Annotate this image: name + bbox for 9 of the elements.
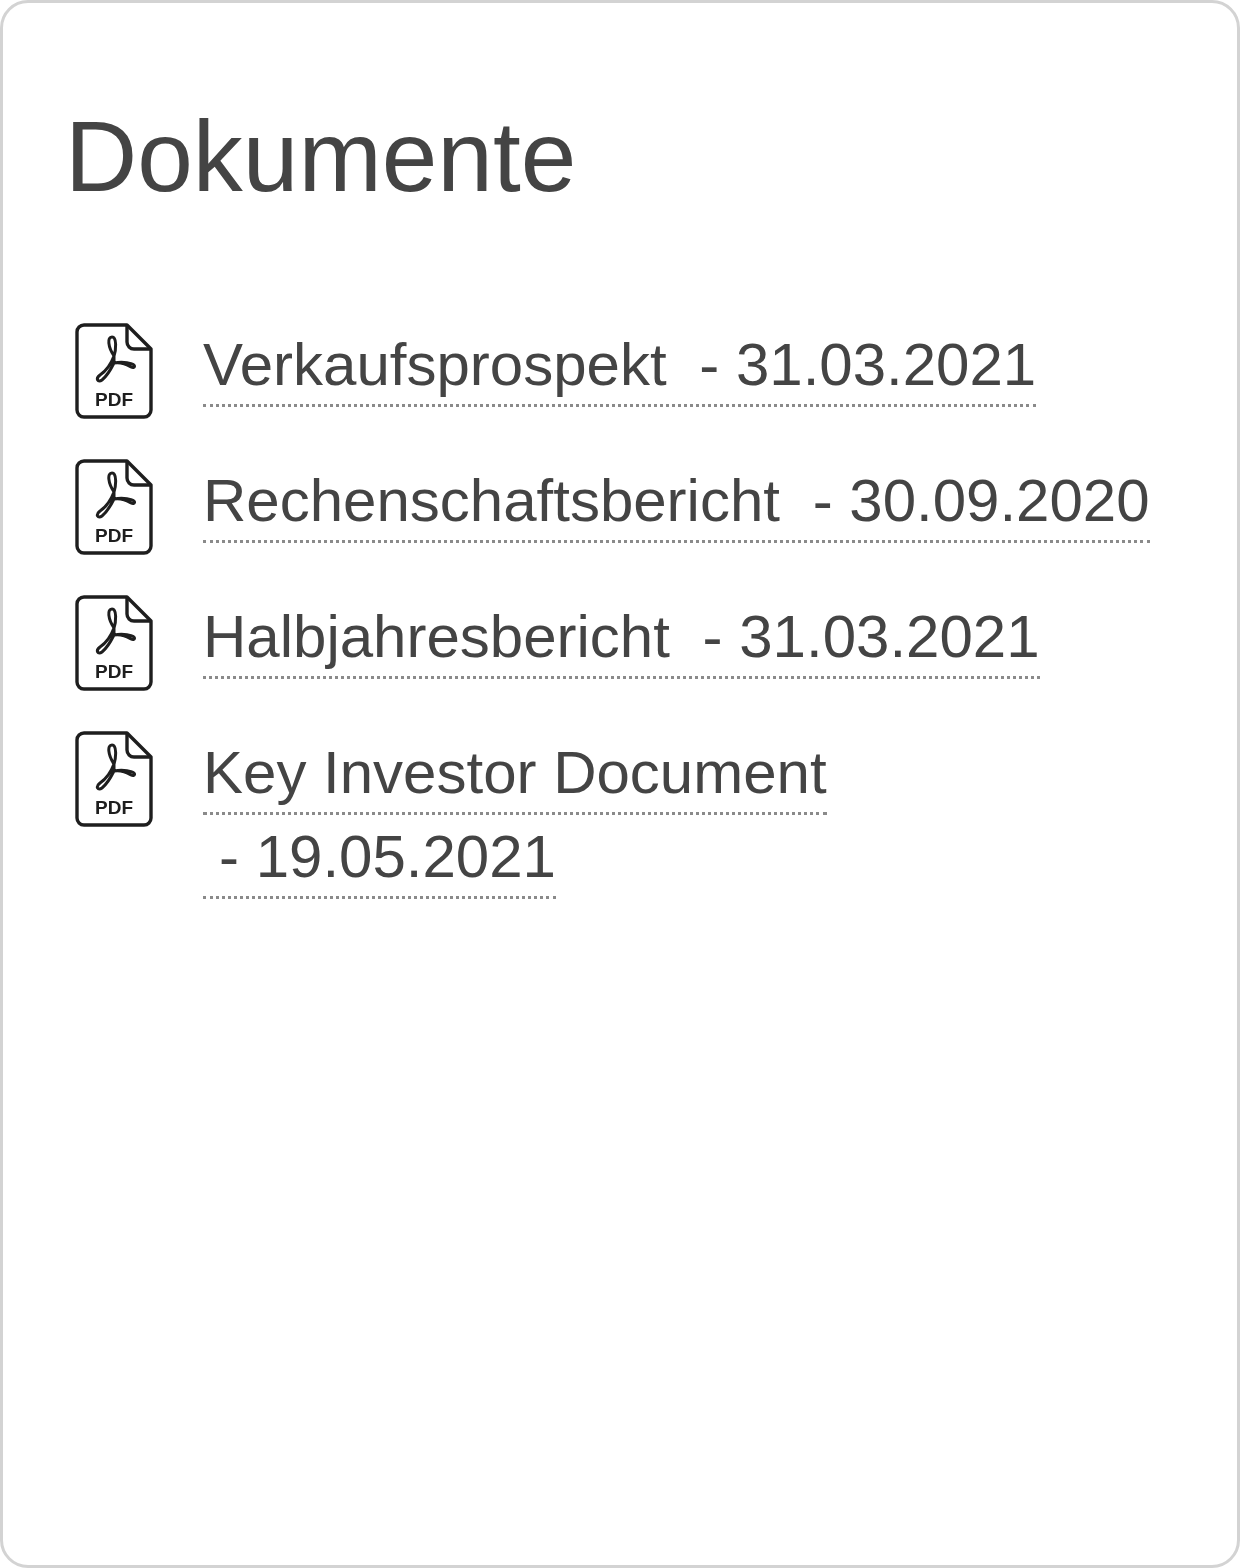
document-link[interactable]: Key Investor Document - 19.05.2021 bbox=[203, 731, 828, 899]
panel-title: Dokumente bbox=[65, 99, 577, 214]
pdf-file-icon: PDF bbox=[75, 323, 153, 419]
document-link[interactable]: Verkaufsprospekt - 31.03.2021 bbox=[203, 323, 1038, 407]
pdf-file-icon: PDF bbox=[75, 731, 153, 827]
pdf-file-icon: PDF bbox=[75, 459, 153, 555]
document-link[interactable]: Halbjahresbericht - 31.03.2021 bbox=[203, 595, 1041, 679]
pdf-file-icon: PDF bbox=[75, 595, 153, 691]
document-link[interactable]: Rechenschaftsbericht - 30.09.2020 bbox=[203, 459, 1151, 543]
